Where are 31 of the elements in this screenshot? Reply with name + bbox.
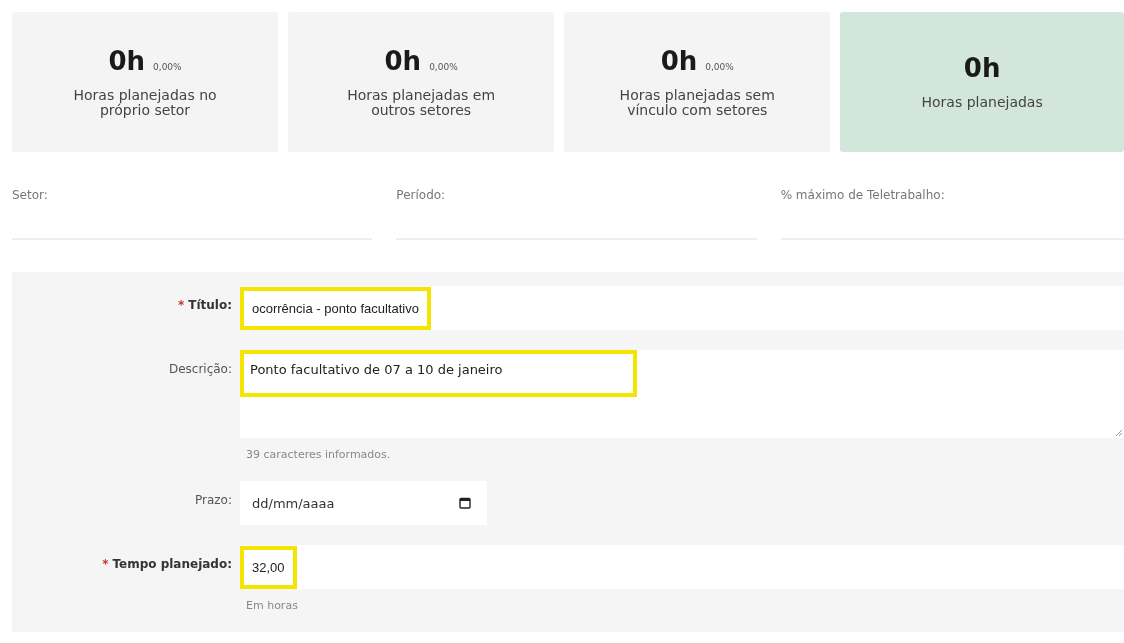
input-field[interactable]: 32,00: [240, 545, 1124, 589]
date-field[interactable]: dd/mm/aaaa: [240, 481, 487, 525]
hours-value: 0h: [384, 45, 422, 76]
input-field[interactable]: ocorrência - ponto facultativo: [240, 286, 1124, 330]
percent-value: 0,00%: [429, 61, 458, 72]
percent-value: 0,00%: [705, 61, 734, 72]
card-label: Horas planejadas sem vínculo com setores: [618, 87, 776, 119]
percent-value: 0,00%: [153, 61, 182, 72]
card-label: Horas planejadas em outros setores: [346, 87, 497, 119]
required-mark: *: [102, 557, 109, 571]
filter-label: Setor:: [12, 188, 49, 202]
calendar-icon[interactable]: [459, 497, 471, 509]
card-label: Horas planejadas no próprio setor: [72, 87, 218, 119]
filter-label: Período:: [396, 188, 447, 202]
field-label: Título:: [188, 298, 232, 312]
hours-value: 0h: [660, 45, 698, 76]
required-mark: *: [178, 298, 185, 312]
field-label: Tempo planejado:: [112, 557, 232, 571]
card-label: Horas planejadas: [920, 95, 1044, 111]
textarea-field[interactable]: Ponto facultativo de 07 a 10 de janeiro: [240, 350, 1124, 438]
input-value: ocorrência - ponto facultativo: [240, 286, 431, 330]
filter-label: % máximo de Teletrabalho:: [780, 188, 946, 202]
input-value: 32,00: [240, 545, 297, 589]
hours-value: 0h: [108, 45, 146, 76]
field-label: Descrição:: [168, 362, 232, 376]
resize-handle-icon[interactable]: [1116, 430, 1122, 436]
field-hint: 39 caracteres informados.: [245, 448, 392, 461]
field-label: Prazo:: [195, 493, 232, 507]
field-hint: Em horas: [245, 599, 299, 612]
input-value: Ponto facultativo de 07 a 10 de janeiro: [240, 350, 637, 397]
hours-value: 0h: [963, 53, 1001, 84]
